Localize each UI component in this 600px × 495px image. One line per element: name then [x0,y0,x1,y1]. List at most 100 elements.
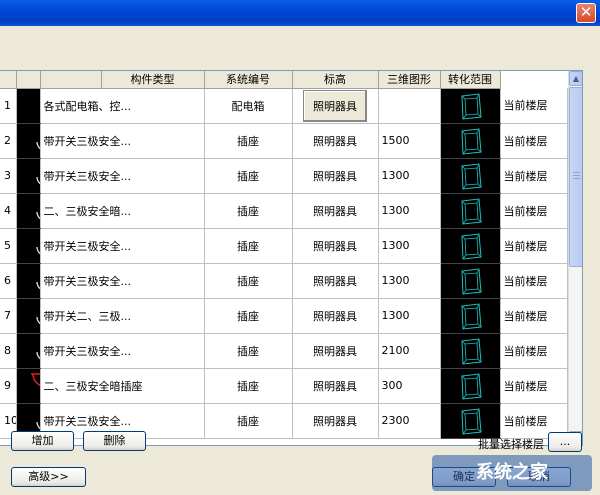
row-index: 4 [0,193,17,229]
row-3d-preview[interactable] [440,333,501,369]
row-name[interactable]: 带开关三极安全... [40,228,205,264]
row-name[interactable]: 带开关二、三极... [40,298,205,334]
row-3d-preview[interactable] [440,228,501,264]
row-type[interactable]: 插座 [204,193,293,229]
row-3d-preview[interactable] [440,298,501,334]
table-row[interactable]: 9 二、三极安全暗插座 插座 照明器具 300 当前楼层 [0,368,568,404]
row-scope[interactable]: 当前楼层 [500,333,568,369]
row-type[interactable]: 插座 [204,368,293,404]
row-type[interactable]: 插座 [204,333,293,369]
row-scope[interactable]: 当前楼层 [500,368,568,404]
title-bar: ✕ [0,0,600,26]
row-name[interactable]: 二、三极安全暗插座 [40,368,205,404]
scroll-thumb[interactable] [569,87,582,267]
col-header-system[interactable]: 系统编号 [204,71,293,89]
row-scope[interactable]: 当前楼层 [500,228,568,264]
row-type[interactable]: 插座 [204,158,293,194]
table-row[interactable]: 4 W二、三极安全暗...插座照明器具1300 当前楼层 [0,193,568,229]
row-system[interactable]: 照明器具 [292,123,379,159]
col-header-symbol [16,71,41,89]
row-3d-preview[interactable] [440,88,501,124]
row-elevation[interactable]: 2100 [378,333,441,369]
row-3d-preview[interactable] [440,263,501,299]
system-dropdown[interactable]: 照明器具 [303,89,367,122]
col-header-elevation[interactable]: 标高 [292,71,379,89]
col-header-type[interactable]: 构件类型 [101,71,205,89]
batch-floor-browse-button[interactable]: ... [548,432,582,452]
box-3d-icon [460,232,482,260]
table-row[interactable]: 7 C带开关二、三极...插座照明器具1300 当前楼层 [0,298,568,334]
row-system[interactable]: 照明器具 [292,333,379,369]
socket-symbol-icon [30,372,39,386]
row-type[interactable]: 插座 [204,403,293,439]
socket-symbol-icon: R [35,281,39,289]
col-header-scope[interactable]: 转化范围 [440,71,501,89]
row-symbol: X [16,228,41,264]
row-type[interactable]: 插座 [204,228,293,264]
col-header-name [40,71,102,89]
row-scope[interactable]: 当前楼层 [500,298,568,334]
box-3d-icon [460,302,482,330]
row-type[interactable]: 插座 [204,298,293,334]
row-system[interactable]: 照明器具 [292,158,379,194]
row-3d-preview[interactable] [440,123,501,159]
col-header-3d[interactable]: 三维图形 [378,71,441,89]
row-elevation[interactable]: 1300 [378,298,441,334]
row-system[interactable]: 照明器具 [292,263,379,299]
row-elevation[interactable]: 1300 [378,228,441,264]
row-3d-preview[interactable] [440,158,501,194]
row-symbol: R [16,263,41,299]
row-3d-preview[interactable] [440,403,501,439]
table-row[interactable]: 3 B带开关三极安全...插座照明器具1300 当前楼层 [0,158,568,194]
row-name[interactable]: 带开关三极安全... [40,263,205,299]
box-3d-icon [460,162,482,190]
row-name[interactable]: 各式配电箱、控... [40,88,205,124]
table-row[interactable]: 5 X带开关三极安全...插座照明器具1300 当前楼层 [0,228,568,264]
row-scope[interactable]: 当前楼层 [500,88,568,124]
row-3d-preview[interactable] [440,193,501,229]
row-scope[interactable]: 当前楼层 [500,158,568,194]
table-row[interactable]: 6 R带开关三极安全...插座照明器具1300 当前楼层 [0,263,568,299]
row-elevation[interactable]: 1300 [378,158,441,194]
vertical-scrollbar[interactable]: ▲ ▼ [568,71,582,445]
row-system[interactable]: 照明器具 [292,298,379,334]
row-system[interactable]: 照明器具 [292,403,379,439]
row-symbol: W [16,193,41,229]
socket-symbol-icon: B [35,176,39,184]
advanced-button[interactable]: 高级>> [11,467,86,487]
row-type[interactable]: 插座 [204,263,293,299]
row-elevation[interactable] [378,88,441,124]
row-elevation[interactable]: 300 [378,368,441,404]
row-elevation[interactable]: 1300 [378,193,441,229]
row-scope[interactable]: 当前楼层 [500,193,568,229]
row-name[interactable]: 二、三极安全暗... [40,193,205,229]
row-index: 6 [0,263,17,299]
row-system[interactable]: 照明器具 [292,193,379,229]
dialog-body: 构件类型 系统编号 标高 三维图形 转化范围 1 各式配电箱、控... 配电箱 照明器… [0,26,600,495]
row-scope[interactable]: 当前楼层 [500,263,568,299]
row-elevation[interactable]: 1300 [378,263,441,299]
row-3d-preview[interactable] [440,368,501,404]
component-grid: 构件类型 系统编号 标高 三维图形 转化范围 1 各式配电箱、控... 配电箱 照明器… [0,70,583,446]
row-type[interactable]: 插座 [204,123,293,159]
row-scope[interactable]: 当前楼层 [500,123,568,159]
socket-symbol-icon: DR [35,141,39,149]
scroll-up-button[interactable]: ▲ [569,71,582,86]
row-elevation[interactable]: 2300 [378,403,441,439]
row-type[interactable]: 配电箱 [204,88,293,124]
close-button[interactable]: ✕ [576,3,596,23]
row-system[interactable]: 照明器具 [292,368,379,404]
socket-symbol-icon: C [35,316,39,324]
row-index: 2 [0,123,17,159]
row-name[interactable]: 带开关三极安全... [40,333,205,369]
row-elevation[interactable]: 1500 [378,123,441,159]
row-name[interactable]: 带开关三极安全... [40,123,205,159]
delete-button[interactable]: 删除 [83,431,146,451]
table-row[interactable]: 2 DR带开关三极安全...插座照明器具1500 当前楼层 [0,123,568,159]
table-row[interactable]: 1 各式配电箱、控... 配电箱 照明器具 当前楼层 [0,88,568,124]
row-system[interactable]: 照明器具 [292,228,379,264]
row-name[interactable]: 带开关三极安全... [40,158,205,194]
table-row[interactable]: 8 Y带开关三极安全...插座照明器具2100 当前楼层 [0,333,568,369]
add-button[interactable]: 增加 [11,431,74,451]
row-system[interactable]: 照明器具 [292,88,379,124]
